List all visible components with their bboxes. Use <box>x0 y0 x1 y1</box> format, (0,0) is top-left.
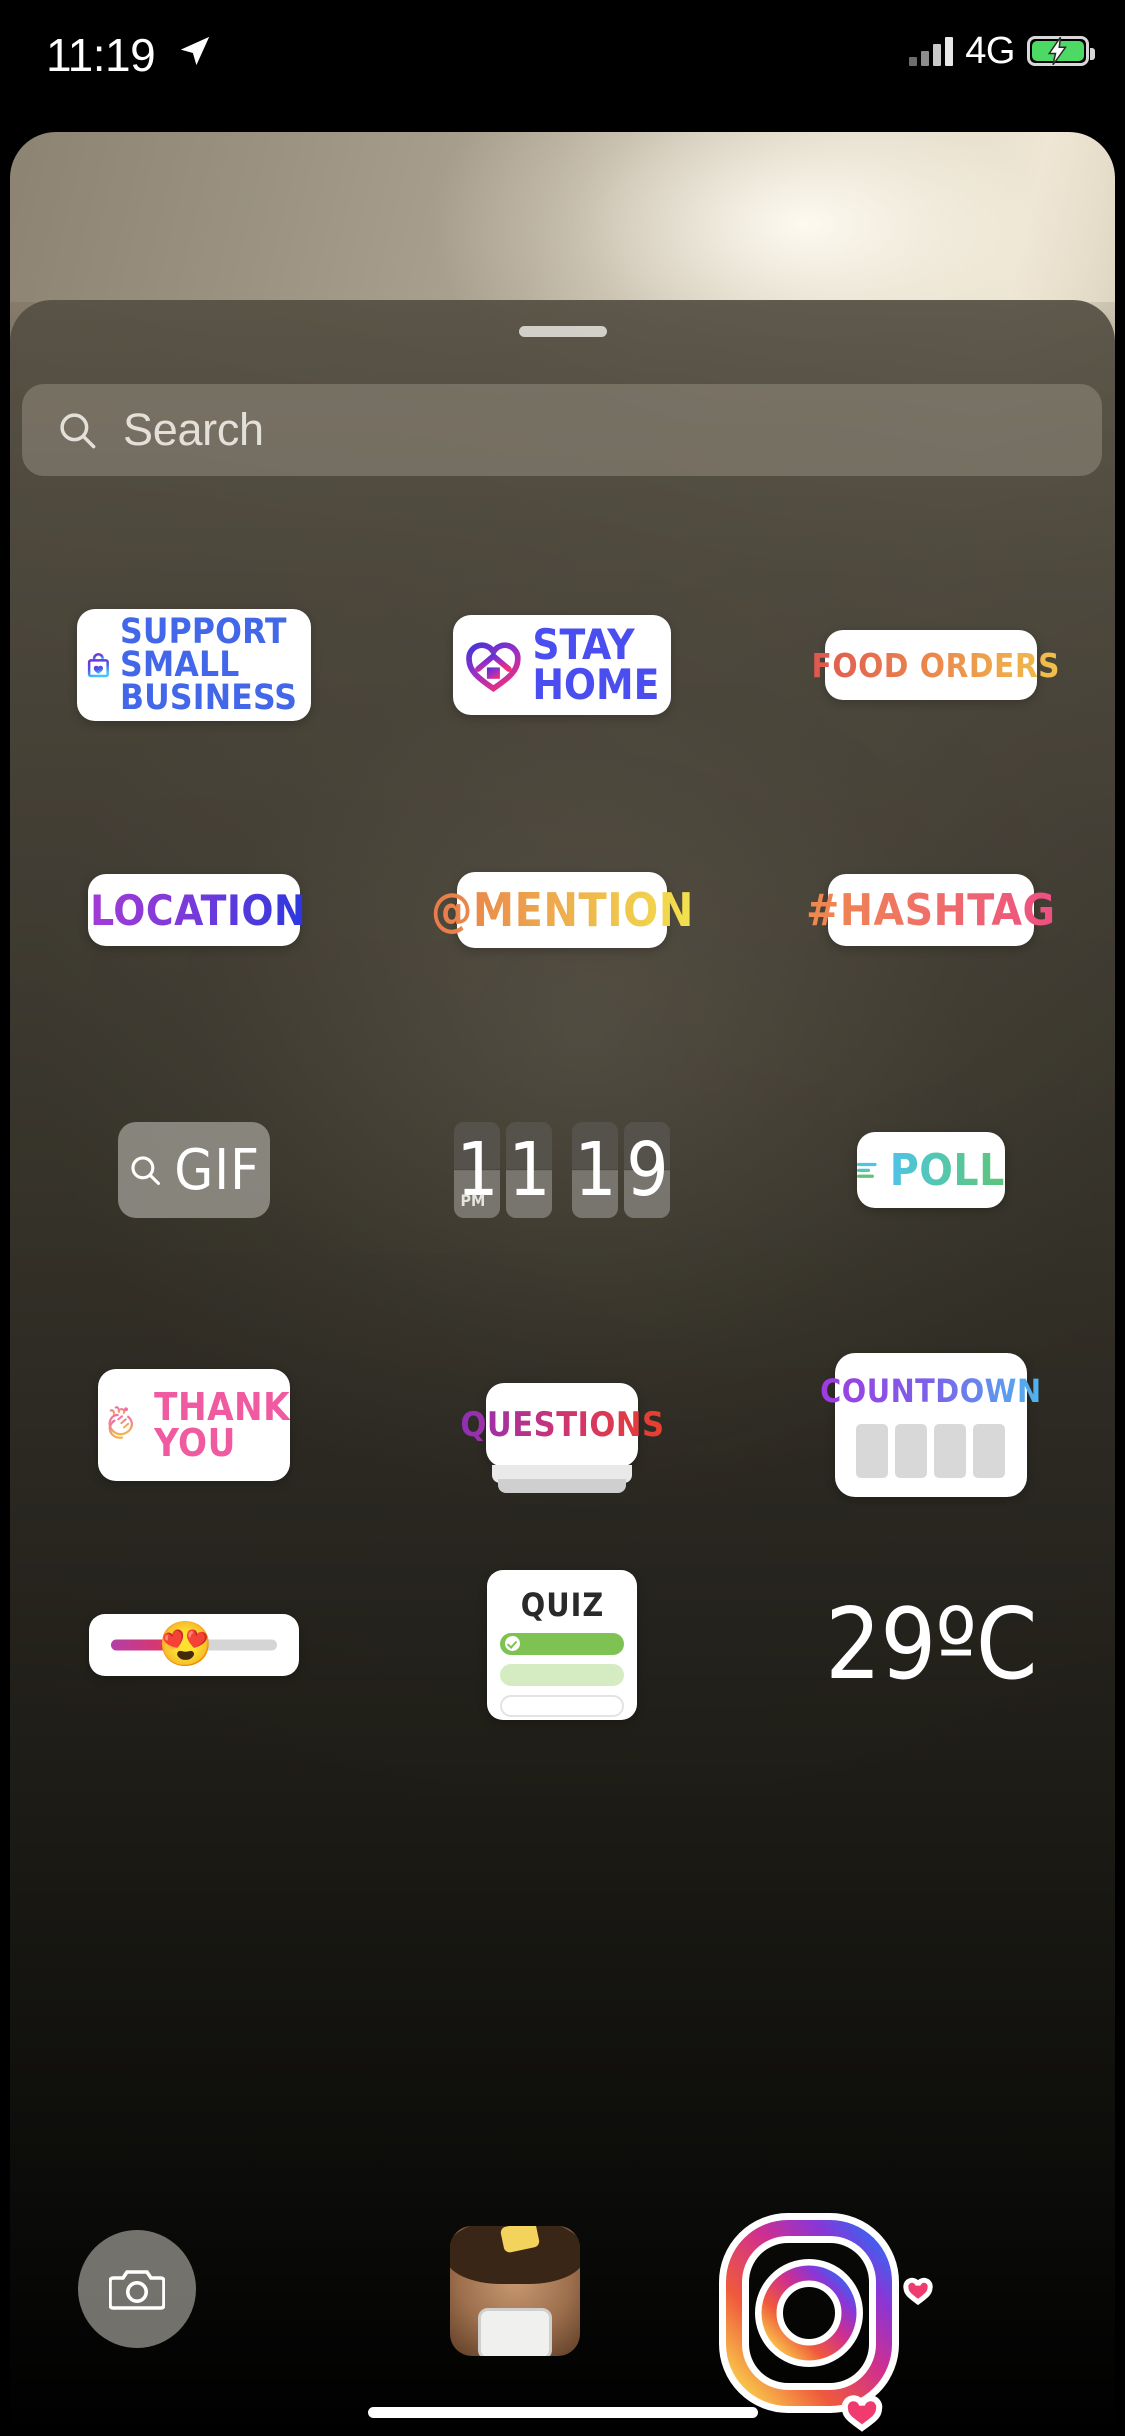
clapping-hands-icon <box>108 1406 134 1439</box>
quiz-option-correct <box>500 1632 625 1655</box>
ssb-line-2: SMALL <box>119 644 240 685</box>
sticker-stay-home[interactable]: STAY HOME <box>453 615 672 715</box>
time-digit: 1 <box>506 1122 553 1218</box>
thank-you-line-1: THANK <box>154 1385 291 1429</box>
quiz-option <box>500 1663 625 1686</box>
search-input[interactable]: Search <box>22 384 1102 476</box>
signal-bars-icon <box>909 36 954 66</box>
sheet-drag-handle[interactable] <box>518 326 607 337</box>
shopping-bag-heart-icon <box>88 653 110 678</box>
search-placeholder: Search <box>123 404 264 455</box>
sticker-support-small-business[interactable]: SUPPORT SMALL BUSINESS <box>77 609 312 721</box>
sticker-temperature[interactable]: 29ºC <box>825 1588 1037 1702</box>
gif-label: GIF <box>174 1137 261 1203</box>
time-digit-4: 9 <box>626 1127 669 1213</box>
location-arrow-icon <box>180 36 210 66</box>
ssb-line-3: BUSINESS <box>119 677 298 718</box>
sticker-cell: #HASHTAG <box>747 860 1115 960</box>
sticker-countdown[interactable]: COUNTDOWN <box>820 1353 1041 1497</box>
search-icon <box>131 1156 161 1186</box>
sticker-cell: PM 1 1 1 9 <box>378 1110 746 1230</box>
poll-bars-icon <box>856 1162 877 1178</box>
sticker-cell: QUIZ <box>378 1560 746 1730</box>
quiz-option <box>500 1694 625 1717</box>
time-meridiem: PM <box>460 1191 486 1210</box>
quiz-label: QUIZ <box>520 1585 605 1624</box>
location-label: LOCATION <box>90 885 307 935</box>
battery-charging-icon <box>1027 36 1095 66</box>
sticker-row-2: LOCATION @MENTION #HASHTAG <box>10 860 1115 960</box>
countdown-block <box>973 1424 1006 1478</box>
camera-icon <box>109 2270 165 2310</box>
search-icon <box>60 413 96 449</box>
time-digit-3: 1 <box>574 1127 617 1213</box>
sticker-row-4: THANK YOU QUESTIONS COUNTDOWN <box>10 1340 1115 1510</box>
questions-label: QUESTIONS <box>460 1405 665 1445</box>
status-bar-right: 4G <box>909 28 1095 74</box>
poll-label: POLL <box>889 1144 1005 1196</box>
sticker-location[interactable]: LOCATION <box>88 874 306 946</box>
sticker-food-orders[interactable]: FOOD ORDERS <box>812 630 1060 700</box>
phone-screen: 11:19 4G Search SUPPORT SMALL BUSINESS S… <box>0 0 1125 2436</box>
sticker-cell: THANK YOU <box>10 1340 378 1510</box>
sticker-tray-sheet: Search SUPPORT SMALL BUSINESS STAY HOME … <box>10 300 1115 2436</box>
sticker-cell: STAY HOME <box>378 600 746 730</box>
sticker-cell: SUPPORT SMALL BUSINESS <box>10 600 378 730</box>
countdown-block <box>895 1424 928 1478</box>
status-bar: 11:19 4G <box>0 0 1125 132</box>
sticker-cell: FOOD ORDERS <box>747 600 1115 730</box>
sticker-hashtag[interactable]: #HASHTAG <box>806 874 1055 946</box>
heart-house-icon <box>466 642 522 692</box>
countdown-block <box>934 1424 967 1478</box>
thank-you-line-2: YOU <box>154 1421 236 1465</box>
sticker-quiz[interactable]: QUIZ <box>487 1570 638 1720</box>
sticker-cell: 29ºC <box>747 1560 1115 1730</box>
sticker-thank-you[interactable]: THANK YOU <box>98 1369 291 1481</box>
time-digit: 1 <box>572 1122 619 1218</box>
sticker-emoji-slider[interactable]: 😍 <box>89 1614 300 1676</box>
emoji-slider-thumb[interactable]: 😍 <box>158 1623 213 1667</box>
sticker-poll[interactable]: POLL <box>856 1132 1005 1208</box>
sticker-cell: 😍 <box>10 1560 378 1730</box>
camera-roll-button[interactable] <box>78 2230 196 2348</box>
sticker-cell: GIF <box>10 1110 378 1230</box>
hashtag-label: #HASHTAG <box>806 884 1056 936</box>
sticker-cell: QUESTIONS <box>378 1340 746 1510</box>
countdown-block <box>856 1424 889 1478</box>
sticker-cell: POLL <box>747 1110 1115 1230</box>
countdown-blocks <box>856 1424 1006 1478</box>
food-orders-label: FOOD ORDERS <box>811 645 1061 685</box>
sticker-row-3: GIF PM 1 1 1 9 POLL <box>10 1110 1115 1230</box>
sticker-row-1: SUPPORT SMALL BUSINESS STAY HOME FOOD OR… <box>10 600 1115 730</box>
countdown-label: COUNTDOWN <box>820 1372 1042 1410</box>
sticker-gif[interactable]: GIF <box>118 1122 271 1218</box>
sticker-time[interactable]: PM 1 1 1 9 <box>454 1122 671 1218</box>
check-icon <box>505 1636 521 1651</box>
stay-home-line-2: HOME <box>532 660 660 709</box>
stay-home-line-1: STAY <box>532 620 635 669</box>
time-digit-2: 1 <box>508 1127 551 1213</box>
home-indicator <box>367 2407 758 2418</box>
support-small-business-label: SUPPORT SMALL BUSINESS <box>119 611 298 718</box>
sticker-cell: LOCATION <box>10 860 378 960</box>
thank-you-label: THANK YOU <box>154 1389 290 1461</box>
time-digit: PM 1 <box>454 1122 501 1218</box>
network-type-label: 4G <box>965 29 1015 72</box>
time-digit: 9 <box>624 1122 671 1218</box>
questions-tray-bottom <box>498 1479 627 1493</box>
ssb-line-1: SUPPORT <box>119 611 287 652</box>
sticker-cell: COUNTDOWN <box>747 1340 1115 1510</box>
sticker-cell: @MENTION <box>378 860 746 960</box>
selfie-face-mask <box>478 2308 552 2356</box>
selfie-thumbnail[interactable] <box>450 2226 580 2356</box>
sticker-questions[interactable]: QUESTIONS <box>460 1383 664 1493</box>
status-bar-time: 11:19 <box>46 29 156 81</box>
sticker-mention[interactable]: @MENTION <box>431 872 693 948</box>
stay-home-label: STAY HOME <box>532 620 660 709</box>
sticker-row-5: 😍 QUIZ 29ºC <box>10 1560 1115 1730</box>
mention-label: @MENTION <box>431 883 694 937</box>
instagram-logo-sticker[interactable] <box>712 2212 948 2436</box>
